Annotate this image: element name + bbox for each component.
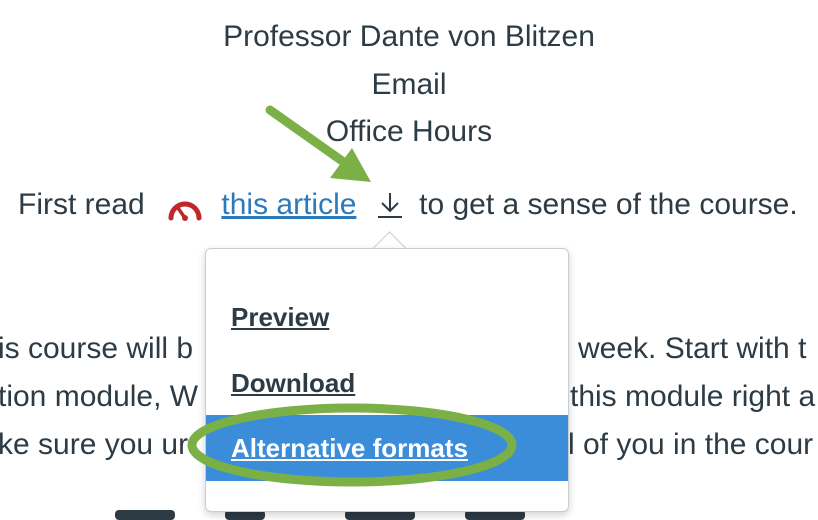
body-text-line3-left: ke sure you ur bbox=[0, 428, 189, 461]
menu-item-alternative-formats[interactable]: Alternative formats bbox=[206, 415, 568, 481]
body-text-line2-right: this module right a bbox=[570, 380, 816, 413]
body-text-line1-left: is course will b bbox=[0, 332, 194, 365]
read-article-line: First read this article to get a sense o… bbox=[18, 186, 798, 223]
menu-item-download[interactable]: Download bbox=[206, 350, 568, 416]
body-text-line1-right: week. Start with t bbox=[578, 332, 807, 365]
office-hours-link[interactable]: Office Hours bbox=[0, 114, 818, 150]
article-link[interactable]: this article bbox=[221, 187, 356, 223]
download-arrow-icon[interactable] bbox=[375, 190, 405, 220]
accessibility-gauge-icon[interactable] bbox=[167, 194, 203, 222]
professor-name: Professor Dante von Blitzen bbox=[223, 20, 595, 53]
read-suffix: to get a sense of the course. bbox=[419, 188, 798, 222]
download-menu: Preview Download Alternative formats bbox=[205, 248, 569, 512]
annotation-arrow-head bbox=[330, 148, 371, 182]
body-text-line3-right: l of you in the cour bbox=[568, 428, 814, 461]
menu-item-preview[interactable]: Preview bbox=[206, 284, 568, 350]
read-prefix: First read bbox=[18, 188, 145, 222]
body-text-line2-left: tion module, W bbox=[0, 380, 199, 413]
email-link[interactable]: Email bbox=[0, 67, 818, 103]
